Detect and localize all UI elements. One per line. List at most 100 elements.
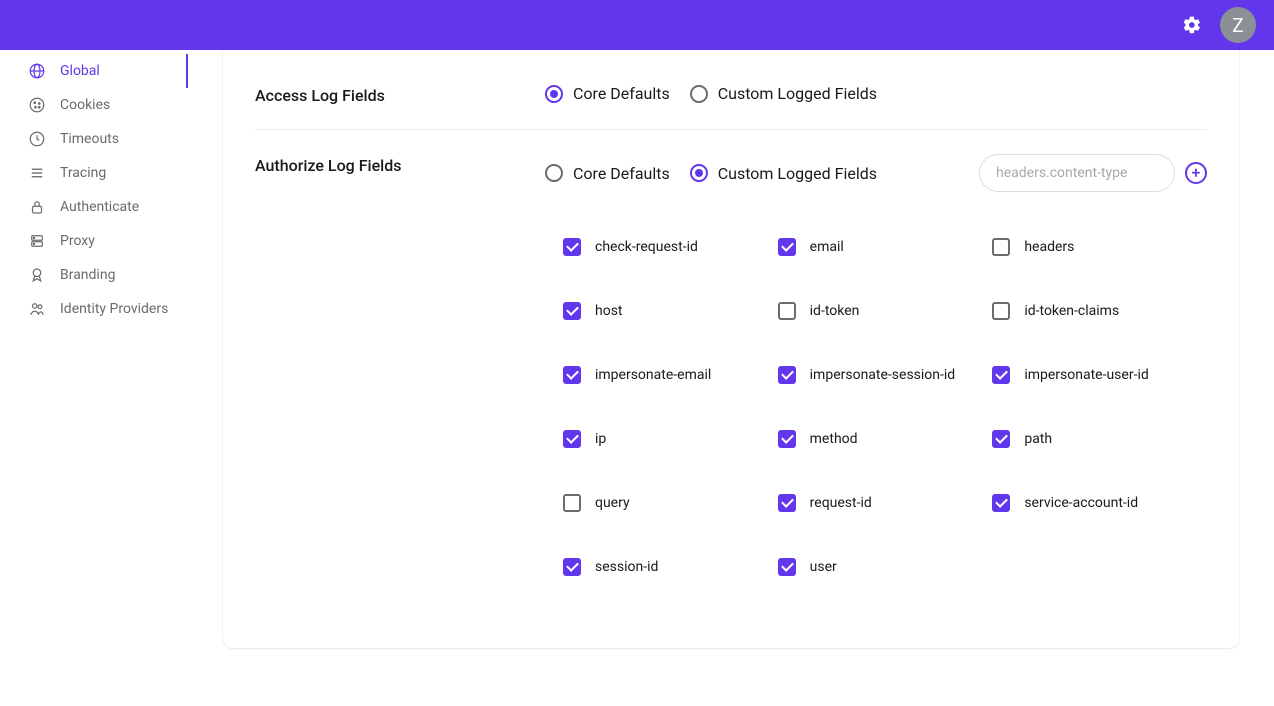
field-label: id-token-claims xyxy=(1024,303,1119,319)
radio-option-custom-logged-fields[interactable]: Custom Logged Fields xyxy=(690,84,877,103)
field-label: host xyxy=(595,303,623,319)
radio-option-custom-logged-fields[interactable]: Custom Logged Fields xyxy=(690,164,877,183)
users-icon xyxy=(28,300,46,318)
clock-icon xyxy=(28,130,46,148)
sidebar-item-label: Global xyxy=(60,63,100,79)
checkbox-icon xyxy=(778,558,796,576)
field-label: user xyxy=(810,559,837,575)
cookie-icon xyxy=(28,96,46,114)
badge-icon xyxy=(28,266,46,284)
sidebar-item-label: Timeouts xyxy=(60,131,119,147)
radio-label: Custom Logged Fields xyxy=(718,164,877,183)
field-checkbox-request-id[interactable]: request-id xyxy=(778,494,993,512)
sidebar-item-label: Cookies xyxy=(60,97,110,113)
sidebar: Global Cookies Timeouts Tracing Authenticate… xyxy=(0,50,188,706)
field-checkbox-query[interactable]: query xyxy=(563,494,778,512)
field-checkbox-ip[interactable]: ip xyxy=(563,430,778,448)
field-label: headers xyxy=(1024,239,1074,255)
topbar: Z xyxy=(0,0,1274,50)
sidebar-item-label: Branding xyxy=(60,267,115,283)
checkbox-icon xyxy=(778,494,796,512)
radio-label: Core Defaults xyxy=(573,84,670,103)
radio-label: Custom Logged Fields xyxy=(718,84,877,103)
authorize-top-row: Core Defaults Custom Logged Fields + xyxy=(545,154,1207,192)
lock-icon xyxy=(28,198,46,216)
checkbox-icon xyxy=(563,366,581,384)
field-label: check-request-id xyxy=(595,239,698,255)
field-label: ip xyxy=(595,431,606,447)
plus-icon: + xyxy=(1192,165,1201,181)
sidebar-item-proxy[interactable]: Proxy xyxy=(0,224,188,258)
avatar[interactable]: Z xyxy=(1220,7,1256,43)
sidebar-item-tracing[interactable]: Tracing xyxy=(0,156,188,190)
field-label: query xyxy=(595,495,630,511)
radio-group-authorize: Core Defaults Custom Logged Fields xyxy=(545,164,877,183)
section-title: Authorize Log Fields xyxy=(255,154,545,175)
checkbox-icon xyxy=(992,302,1010,320)
checkbox-icon xyxy=(563,558,581,576)
field-checkbox-host[interactable]: host xyxy=(563,302,778,320)
section-authorize-log-fields: Authorize Log Fields Core Defaults Custo… xyxy=(255,129,1207,600)
globe-icon xyxy=(28,62,46,80)
section-body: Core Defaults Custom Logged Fields + xyxy=(545,154,1207,576)
field-label: request-id xyxy=(810,495,872,511)
section-access-log-fields: Access Log Fields Core Defaults Custom L… xyxy=(255,74,1207,129)
radio-option-core-defaults[interactable]: Core Defaults xyxy=(545,84,670,103)
checkbox-icon xyxy=(992,238,1010,256)
sidebar-item-global[interactable]: Global xyxy=(0,54,188,88)
fields-grid: check-request-id email headers host id-token… xyxy=(545,238,1207,576)
field-checkbox-method[interactable]: method xyxy=(778,430,993,448)
field-label: path xyxy=(1024,431,1052,447)
field-label: impersonate-session-id xyxy=(810,367,956,383)
field-checkbox-id-token-claims[interactable]: id-token-claims xyxy=(992,302,1207,320)
server-icon xyxy=(28,232,46,250)
field-checkbox-impersonate-email[interactable]: impersonate-email xyxy=(563,366,778,384)
radio-option-core-defaults[interactable]: Core Defaults xyxy=(545,164,670,183)
checkbox-icon xyxy=(563,238,581,256)
gear-icon[interactable] xyxy=(1182,15,1202,35)
checkbox-icon xyxy=(778,430,796,448)
field-label: impersonate-email xyxy=(595,367,711,383)
field-label: email xyxy=(810,239,844,255)
sidebar-item-branding[interactable]: Branding xyxy=(0,258,188,292)
field-label: method xyxy=(810,431,858,447)
field-checkbox-service-account-id[interactable]: service-account-id xyxy=(992,494,1207,512)
radio-icon xyxy=(690,85,708,103)
field-checkbox-impersonate-user-id[interactable]: impersonate-user-id xyxy=(992,366,1207,384)
field-checkbox-session-id[interactable]: session-id xyxy=(563,558,778,576)
checkbox-icon xyxy=(563,430,581,448)
sidebar-item-label: Tracing xyxy=(60,165,106,181)
sidebar-item-label: Proxy xyxy=(60,233,95,249)
layout: Global Cookies Timeouts Tracing Authenticate… xyxy=(0,50,1274,706)
add-field-row: + xyxy=(979,154,1207,192)
main: Access Log Fields Core Defaults Custom L… xyxy=(188,50,1274,706)
field-checkbox-id-token[interactable]: id-token xyxy=(778,302,993,320)
field-label: id-token xyxy=(810,303,860,319)
field-checkbox-path[interactable]: path xyxy=(992,430,1207,448)
field-checkbox-user[interactable]: user xyxy=(778,558,993,576)
section-body: Core Defaults Custom Logged Fields xyxy=(545,84,1207,103)
list-icon xyxy=(28,164,46,182)
sidebar-item-timeouts[interactable]: Timeouts xyxy=(0,122,188,156)
checkbox-icon xyxy=(778,302,796,320)
field-checkbox-check-request-id[interactable]: check-request-id xyxy=(563,238,778,256)
checkbox-icon xyxy=(992,430,1010,448)
field-label: service-account-id xyxy=(1024,495,1138,511)
field-checkbox-email[interactable]: email xyxy=(778,238,993,256)
radio-icon xyxy=(545,164,563,182)
add-field-input[interactable] xyxy=(979,154,1175,192)
field-checkbox-headers[interactable]: headers xyxy=(992,238,1207,256)
checkbox-icon xyxy=(563,302,581,320)
add-field-button[interactable]: + xyxy=(1185,162,1207,184)
radio-icon xyxy=(690,164,708,182)
sidebar-item-identity-providers[interactable]: Identity Providers xyxy=(0,292,188,326)
avatar-initial: Z xyxy=(1232,14,1243,37)
sidebar-item-cookies[interactable]: Cookies xyxy=(0,88,188,122)
radio-group-access: Core Defaults Custom Logged Fields xyxy=(545,84,1207,103)
sidebar-item-authenticate[interactable]: Authenticate xyxy=(0,190,188,224)
field-label: impersonate-user-id xyxy=(1024,367,1148,383)
radio-label: Core Defaults xyxy=(573,164,670,183)
field-checkbox-impersonate-session-id[interactable]: impersonate-session-id xyxy=(778,366,993,384)
sidebar-item-label: Identity Providers xyxy=(60,301,168,317)
checkbox-icon xyxy=(992,366,1010,384)
